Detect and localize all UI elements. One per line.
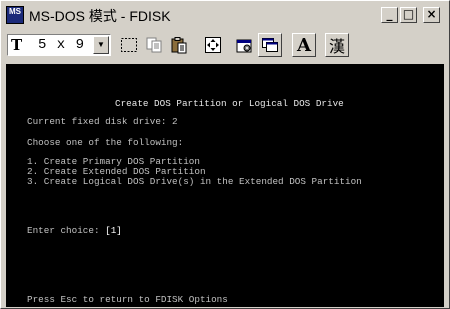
current-drive-text: Current fixed disk drive: 2 bbox=[27, 116, 178, 127]
font-button[interactable]: A bbox=[292, 33, 316, 57]
msdos-window: MS MS-DOS 模式 - FDISK _ □ × T 5 x 9 ▼ A 漢… bbox=[0, 0, 450, 309]
font-size-dropdown[interactable]: T 5 x 9 ▼ bbox=[7, 34, 111, 56]
mark-icon bbox=[121, 38, 137, 52]
copy-icon bbox=[146, 37, 162, 53]
footer-esc-hint: Press Esc to return to FDISK Options bbox=[27, 294, 228, 305]
chevron-down-icon[interactable]: ▼ bbox=[93, 36, 109, 54]
maximize-button[interactable]: □ bbox=[400, 7, 417, 23]
partition-heading: Create DOS Partition or Logical DOS Driv… bbox=[115, 98, 344, 109]
properties-button[interactable] bbox=[232, 33, 256, 57]
copy-button[interactable] bbox=[142, 33, 166, 57]
window-title: MS-DOS 模式 - FDISK bbox=[29, 8, 171, 24]
enter-choice-label: Enter choice: bbox=[27, 225, 106, 236]
minimize-button[interactable]: _ bbox=[381, 7, 398, 23]
fullscreen-button[interactable] bbox=[201, 33, 225, 57]
title-bar[interactable]: MS MS-DOS 模式 - FDISK _ □ × bbox=[3, 3, 447, 27]
background-button[interactable] bbox=[258, 33, 282, 57]
truetype-font-icon: T bbox=[11, 36, 23, 54]
console-screen[interactable]: Create DOS Partition or Logical DOS Driv… bbox=[6, 64, 444, 307]
choose-prompt-text: Choose one of the following: bbox=[27, 137, 184, 148]
enter-choice-prompt[interactable]: Enter choice: [1] bbox=[27, 226, 122, 236]
menu-option: 3. Create Logical DOS Drive(s) in the Ex… bbox=[27, 176, 362, 187]
background-icon bbox=[262, 38, 278, 52]
mark-button[interactable] bbox=[117, 33, 141, 57]
close-button[interactable]: × bbox=[423, 7, 440, 23]
toolbar: T 5 x 9 ▼ A 漢 bbox=[3, 31, 447, 61]
paste-button[interactable] bbox=[167, 33, 191, 57]
fullscreen-icon bbox=[205, 37, 221, 53]
paste-icon bbox=[171, 37, 187, 54]
ime-button[interactable]: 漢 bbox=[325, 33, 349, 57]
msdos-app-icon[interactable]: MS bbox=[6, 6, 24, 24]
font-size-value: 5 x 9 bbox=[38, 37, 86, 53]
properties-icon bbox=[236, 39, 252, 53]
enter-choice-value[interactable]: [1] bbox=[105, 225, 122, 236]
